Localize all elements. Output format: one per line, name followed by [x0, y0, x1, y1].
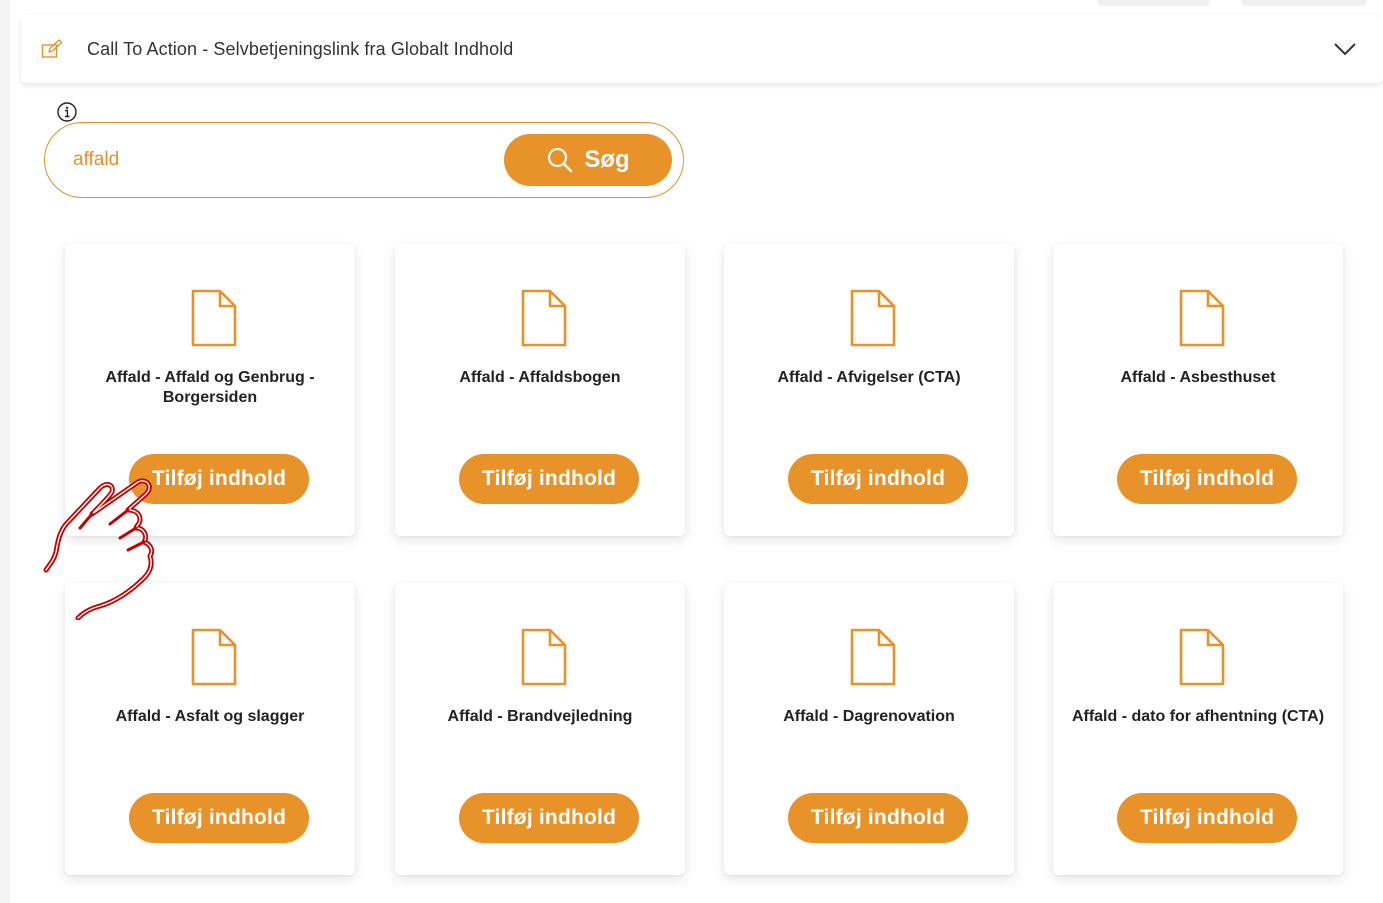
add-content-button[interactable]: Tilføj indhold — [1117, 793, 1297, 843]
add-content-button[interactable]: Tilføj indhold — [459, 793, 639, 843]
edit-icon — [41, 39, 63, 58]
document-icon — [521, 289, 567, 347]
result-card-title: Affald - Asfalt og slagger — [115, 708, 305, 725]
add-content-button[interactable]: Tilføj indhold — [129, 454, 309, 504]
add-content-button[interactable]: Tilføj indhold — [459, 454, 639, 504]
info-icon[interactable] — [56, 101, 78, 123]
result-card: Affald - Asfalt og slagger Tilføj indhol… — [65, 583, 355, 875]
result-card-title: Affald - Affaldsbogen — [459, 369, 621, 386]
result-card: Affald - dato for afhentning (CTA) Tilfø… — [1053, 583, 1343, 875]
chevron-down-icon[interactable] — [1333, 39, 1357, 59]
page: Call To Action - Selvbetjeningslink fra … — [10, 0, 1383, 903]
result-card: Affald - Afvigelser (CTA) Tilføj indhold — [724, 244, 1014, 536]
document-icon — [191, 289, 237, 347]
result-card-title: Affald - Afvigelser (CTA) — [777, 369, 961, 386]
document-icon — [191, 628, 237, 686]
accordion-header[interactable]: Call To Action - Selvbetjeningslink fra … — [21, 15, 1383, 83]
add-content-button[interactable]: Tilføj indhold — [788, 454, 968, 504]
search-icon — [548, 147, 573, 173]
result-card: Affald - Asbesthuset Tilføj indhold — [1053, 244, 1343, 536]
document-icon — [850, 289, 896, 347]
top-tab-stub — [1242, 0, 1366, 6]
top-tab-stub — [1098, 0, 1210, 6]
document-icon — [521, 628, 567, 686]
search-input[interactable] — [73, 141, 493, 179]
result-card-title: Affald - Brandvejledning — [447, 708, 633, 725]
result-card-title: Affald - Affald og Genbrug - Borgersiden — [105, 369, 315, 406]
result-card: Affald - Brandvejledning Tilføj indhold — [395, 583, 685, 875]
document-icon — [850, 628, 896, 686]
result-card-title: Affald - Asbesthuset — [1120, 369, 1276, 386]
add-content-button[interactable]: Tilføj indhold — [788, 793, 968, 843]
add-content-button[interactable]: Tilføj indhold — [129, 793, 309, 843]
result-card-title: Affald - dato for afhentning (CTA) — [1071, 708, 1325, 725]
result-card-title: Affald - Dagrenovation — [783, 708, 955, 725]
search-bar: Søg — [44, 122, 684, 198]
document-icon — [1179, 289, 1225, 347]
document-icon — [1179, 628, 1225, 686]
search-button[interactable]: Søg — [504, 134, 672, 186]
add-content-button[interactable]: Tilføj indhold — [1117, 454, 1297, 504]
search-button-label: Søg — [584, 146, 630, 173]
accordion-title: Call To Action - Selvbetjeningslink fra … — [87, 39, 514, 59]
result-card: Affald - Dagrenovation Tilføj indhold — [724, 583, 1014, 875]
result-card: Affald - Affald og Genbrug - Borgersiden… — [65, 244, 355, 536]
result-card: Affald - Affaldsbogen Tilføj indhold — [395, 244, 685, 536]
